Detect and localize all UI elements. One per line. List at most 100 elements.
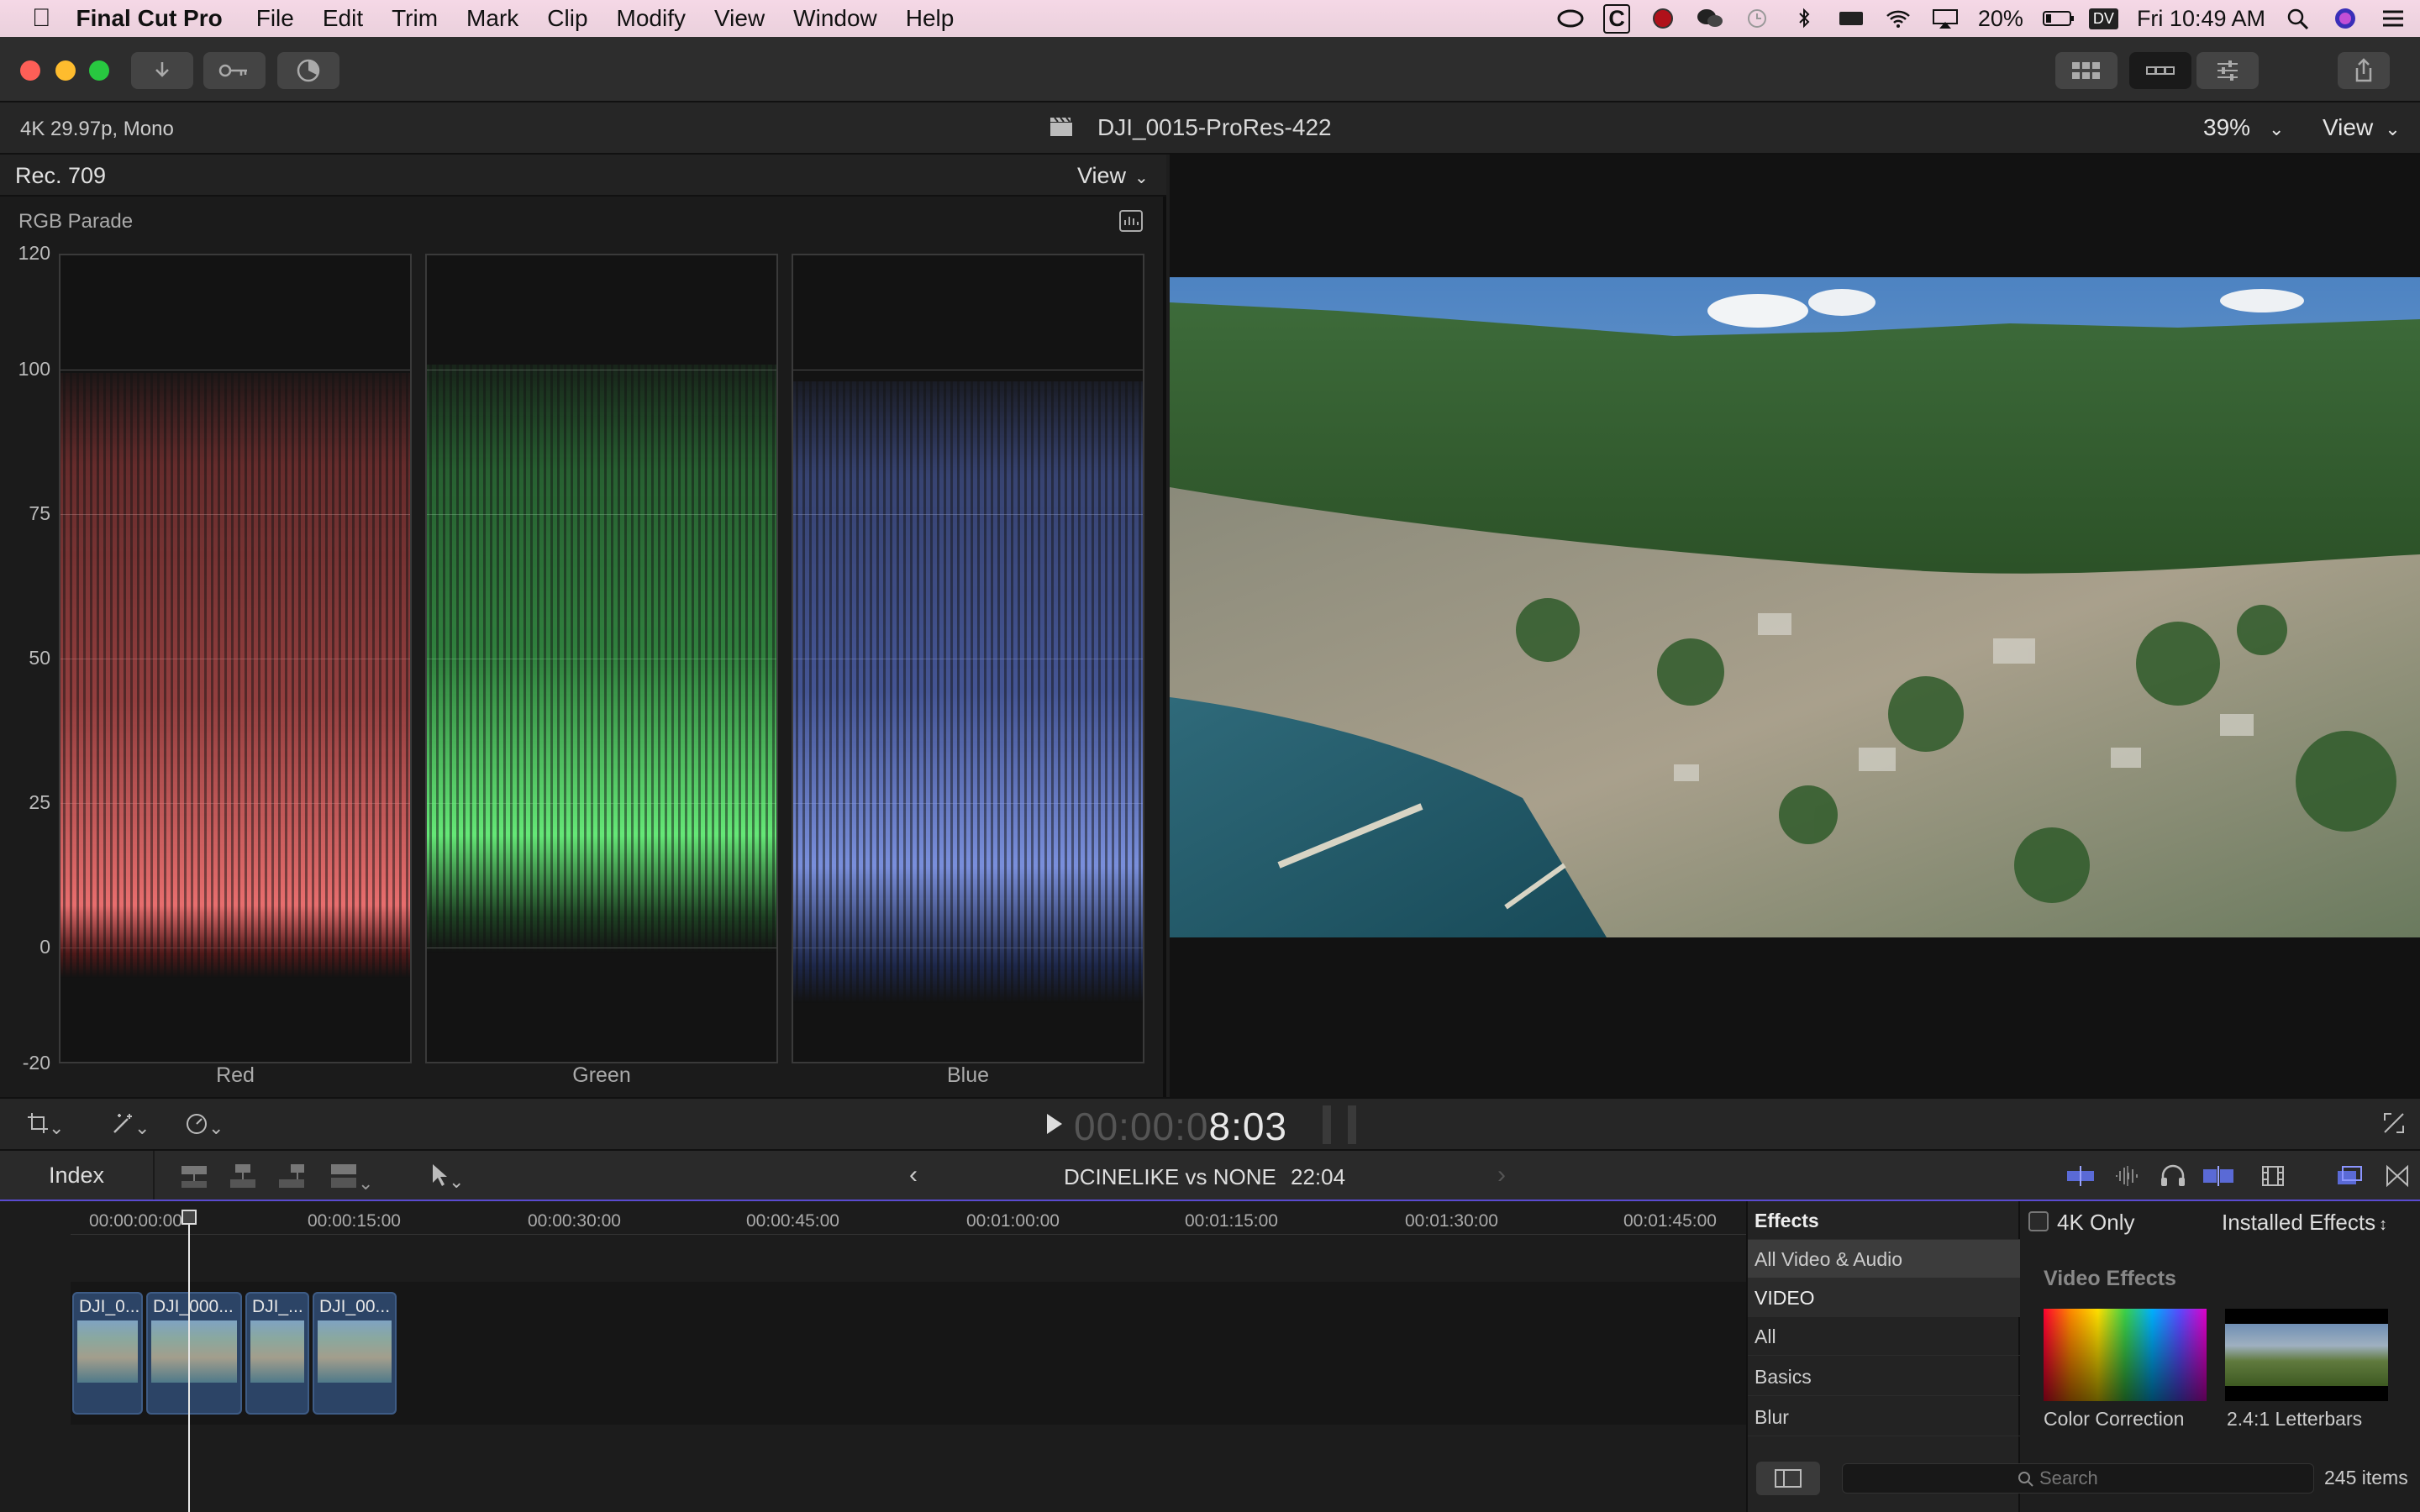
- sliders-icon: [2217, 60, 2238, 81]
- ruler-tick-label: 00:00:30:00: [528, 1211, 621, 1231]
- menu-modify[interactable]: Modify: [617, 5, 686, 32]
- notification-center-icon[interactable]: [2378, 8, 2407, 29]
- forward-history-button[interactable]: ›: [1497, 1161, 1506, 1189]
- 4k-only-label[interactable]: 4K Only: [2057, 1210, 2135, 1236]
- zoom-dropdown[interactable]: 39% ⌄: [2203, 114, 2284, 141]
- zoom-window-button[interactable]: [89, 60, 109, 81]
- 4k-only-checkbox[interactable]: [2028, 1211, 2049, 1231]
- wechat-icon[interactable]: [1696, 8, 1724, 29]
- category-all[interactable]: All: [1748, 1317, 2020, 1356]
- viewer[interactable]: [1170, 155, 2420, 1097]
- ruler-tick-label: 00:01:30:00: [1405, 1211, 1498, 1231]
- snapping-button[interactable]: [2202, 1164, 2235, 1192]
- viewer-clip-name: DJI_0015-ProRes-422: [1097, 114, 1332, 140]
- effects-search-field[interactable]: [1842, 1463, 2314, 1494]
- timeline-clip[interactable]: DJI_...: [245, 1292, 309, 1415]
- creative-cloud-icon[interactable]: [1556, 8, 1585, 29]
- app-menu[interactable]: Final Cut Pro: [76, 5, 223, 32]
- solo-button[interactable]: [2160, 1164, 2186, 1192]
- timeline[interactable]: 00:00:00:00 00:00:15:00 00:00:30:00 00:0…: [0, 1201, 1746, 1512]
- effects-search-input[interactable]: [2039, 1467, 2291, 1489]
- bluetooth-icon[interactable]: [1790, 8, 1818, 29]
- chevron-down-icon: ⌄: [2385, 118, 2401, 139]
- timeline-index-button[interactable]: Index: [0, 1151, 155, 1200]
- transitions-browser-toggle[interactable]: [2385, 1164, 2410, 1192]
- enhance-dropdown[interactable]: ⌄: [111, 1112, 150, 1139]
- retime-dropdown[interactable]: ⌄: [185, 1112, 224, 1139]
- dv-badge[interactable]: DV: [2088, 8, 2118, 29]
- airplay-icon[interactable]: [1931, 8, 1960, 29]
- download-icon: [155, 62, 169, 77]
- sidebar-toggle-button[interactable]: [1756, 1462, 1820, 1495]
- clip-thumbnail: [151, 1320, 237, 1383]
- import-button[interactable]: [131, 52, 193, 89]
- category-blur[interactable]: Blur: [1748, 1398, 2020, 1436]
- background-tasks-button[interactable]: [277, 52, 339, 89]
- effect-label: 2.4:1 Letterbars: [2227, 1408, 2363, 1430]
- chevron-down-icon: ⌄: [49, 1117, 65, 1138]
- keywords-button[interactable]: [203, 52, 266, 89]
- connect-clip-button[interactable]: [180, 1163, 208, 1194]
- menu-mark[interactable]: Mark: [466, 5, 518, 32]
- playhead-handle[interactable]: [182, 1210, 197, 1225]
- select-tool-dropdown[interactable]: ⌄: [430, 1163, 464, 1193]
- effects-item-count: 245 items: [2324, 1467, 2408, 1488]
- red-channel-trace: [60, 373, 410, 978]
- menu-edit[interactable]: Edit: [323, 5, 363, 32]
- audio-skimming-button[interactable]: [2112, 1164, 2143, 1192]
- battery-icon[interactable]: [2042, 8, 2074, 29]
- scope-view-dropdown[interactable]: View ⌄: [1077, 163, 1149, 189]
- effect-item-color-correction[interactable]: [2044, 1309, 2207, 1401]
- memory-icon[interactable]: [1837, 8, 1865, 29]
- fullscreen-button[interactable]: [2383, 1112, 2405, 1138]
- inspector-toggle-button[interactable]: [2196, 52, 2259, 89]
- share-button[interactable]: [2338, 52, 2390, 89]
- back-history-button[interactable]: ‹: [909, 1161, 918, 1189]
- append-clip-button[interactable]: [277, 1163, 306, 1194]
- video-skimming-button[interactable]: [2065, 1164, 2096, 1192]
- time-machine-icon[interactable]: [1743, 8, 1771, 29]
- effect-item-letterbars[interactable]: [2225, 1309, 2388, 1401]
- effects-browser-toggle[interactable]: [2336, 1164, 2363, 1192]
- clip-appearance-button[interactable]: [2260, 1164, 2286, 1192]
- clock[interactable]: Fri 10:49 AM: [2137, 6, 2265, 32]
- c-status-icon[interactable]: C: [1603, 3, 1630, 34]
- insert-clip-button[interactable]: [229, 1163, 257, 1194]
- scope-settings-icon[interactable]: [1119, 210, 1143, 236]
- headphones-icon: [2161, 1164, 2185, 1186]
- browser-toggle-button[interactable]: [2055, 52, 2118, 89]
- spotlight-search-icon[interactable]: [2284, 8, 2312, 30]
- progress-pie-icon: [297, 59, 320, 82]
- clip-name: DJI_00...: [319, 1297, 391, 1316]
- timeline-clip[interactable]: DJI_00...: [313, 1292, 397, 1415]
- playhead[interactable]: [188, 1210, 190, 1512]
- timeline-toggle-button[interactable]: [2129, 52, 2191, 89]
- timeline-clip[interactable]: DJI_0...: [72, 1292, 143, 1415]
- timeline-clip[interactable]: DJI_000...: [146, 1292, 242, 1415]
- menu-file[interactable]: File: [256, 5, 294, 32]
- timecode-display[interactable]: 00:00:08:03: [1074, 1104, 1287, 1149]
- chevron-down-icon: ⌄: [1134, 169, 1149, 187]
- menu-view[interactable]: View: [714, 5, 765, 32]
- audio-meter-icon: [1323, 1105, 1356, 1144]
- menu-trim[interactable]: Trim: [392, 5, 438, 32]
- installed-effects-dropdown[interactable]: Installed Effects ↕: [2222, 1210, 2387, 1236]
- close-window-button[interactable]: [20, 60, 40, 81]
- clip-name: DJI_0...: [79, 1297, 140, 1316]
- record-icon[interactable]: [1649, 8, 1677, 29]
- category-basics[interactable]: Basics: [1748, 1357, 2020, 1396]
- menu-help[interactable]: Help: [906, 5, 955, 32]
- wifi-icon[interactable]: [1884, 8, 1912, 29]
- category-all-video-audio[interactable]: All Video & Audio: [1748, 1240, 2020, 1278]
- installed-effects-label: Installed Effects: [2222, 1210, 2376, 1235]
- viewer-view-dropdown[interactable]: View ⌄: [2323, 114, 2401, 141]
- siri-icon[interactable]: [2331, 8, 2360, 29]
- menu-window[interactable]: Window: [793, 5, 877, 32]
- apple-icon[interactable]: : [32, 4, 51, 33]
- timeline-ruler[interactable]: 00:00:00:00 00:00:15:00 00:00:30:00 00:0…: [71, 1201, 1746, 1235]
- minimize-window-button[interactable]: [55, 60, 76, 81]
- crop-tool-dropdown[interactable]: ⌄: [27, 1112, 64, 1139]
- overwrite-clip-dropdown[interactable]: ⌄: [329, 1163, 373, 1194]
- play-button[interactable]: [1045, 1112, 1064, 1140]
- menu-clip[interactable]: Clip: [547, 5, 587, 32]
